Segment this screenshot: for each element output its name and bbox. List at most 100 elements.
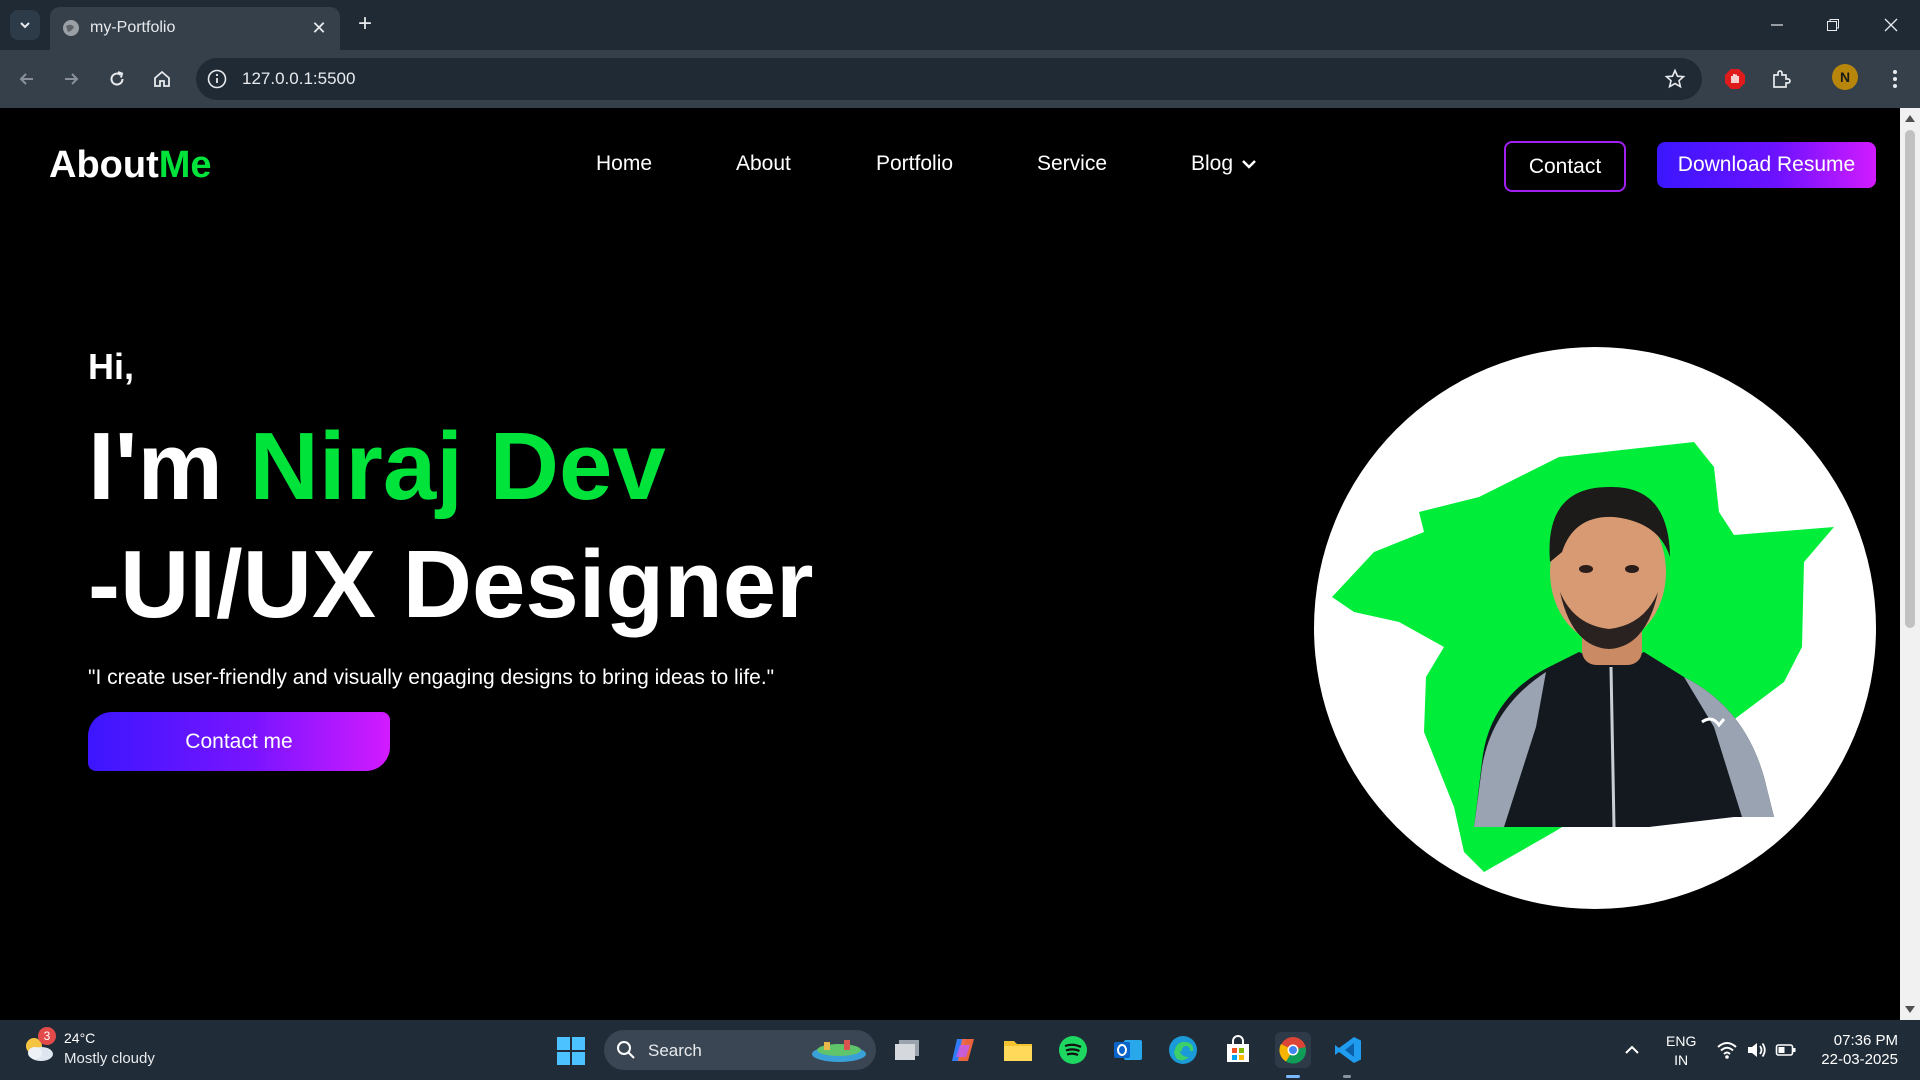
close-window-button[interactable] [1876,12,1906,38]
restore-button[interactable] [1818,12,1848,38]
windows-start-icon[interactable] [556,1036,586,1066]
system-clock[interactable]: 07:36 PM 22-03-2025 [1810,1031,1898,1069]
chevron-down-icon [1242,160,1256,170]
chrome-icon [1279,1037,1306,1064]
nav-blog-dropdown[interactable]: Blog [1191,152,1257,176]
nav-blog: Blog [1191,152,1234,175]
contact-me-button[interactable]: Contact me [88,712,390,771]
browser-toolbar: 127.0.0.1:5500 [0,50,1920,108]
weather-temperature: 24°C [64,1030,96,1046]
browser-menu-button[interactable] [1880,64,1910,94]
back-button[interactable] [12,64,42,94]
input-language[interactable]: ENG IN [1666,1032,1696,1070]
minimize-icon [1771,24,1783,26]
home-button[interactable] [147,64,177,94]
chrome-button[interactable] [1275,1032,1311,1068]
file-explorer-button[interactable] [1000,1032,1036,1068]
page-scrollbar[interactable] [1900,108,1920,1020]
outlook-button[interactable] [1110,1032,1146,1068]
left-eye [1579,565,1593,573]
scroll-down-arrow-icon[interactable] [1905,1006,1915,1013]
chrome-active-indicator [1286,1075,1300,1078]
reload-button[interactable] [102,64,132,94]
windows-taskbar: 3 24°C Mostly cloudy Search ENG IN 07:36… [0,1020,1920,1080]
search-icon [617,1041,635,1059]
globe-icon [63,20,79,36]
download-resume-button[interactable]: Download Resume [1657,142,1876,188]
profile-illustration [1332,442,1834,872]
logo-main-text: About [49,144,159,186]
new-tab-button[interactable]: + [352,12,378,38]
close-tab-icon[interactable]: ✕ [308,17,330,39]
arrow-left-icon [19,73,33,85]
search-highlight-icon [812,1040,866,1062]
nav-service[interactable]: Service [1037,152,1107,176]
ms-store-button[interactable] [1220,1032,1256,1068]
tab-search-button[interactable] [10,10,40,40]
profile-avatar[interactable]: N [1832,64,1858,90]
intro-text: I'm [88,413,250,520]
home-icon [154,70,170,87]
chevron-down-icon [20,22,30,29]
extensions-button[interactable] [1766,64,1796,94]
extension-adblock-button[interactable] [1720,64,1750,94]
tab-title: my-Portfolio [90,19,176,36]
contact-button[interactable]: Contact [1504,141,1626,192]
search-label: Search [648,1041,702,1060]
task-view-button[interactable] [890,1032,926,1068]
page-viewport: AboutMe Home About Portfolio Service Blo… [0,108,1900,1020]
bookmark-star-icon[interactable] [1664,68,1686,90]
task-view-icon [895,1040,919,1060]
vscode-button[interactable] [1330,1032,1366,1068]
greeting: Hi, [88,346,135,387]
vscode-icon [1335,1037,1361,1063]
kebab-menu-icon [1893,70,1897,88]
hero-name: Niraj Dev [249,413,666,520]
clock-time: 07:36 PM [1833,1032,1898,1049]
address-bar[interactable]: 127.0.0.1:5500 [196,58,1702,100]
nav-portfolio[interactable]: Portfolio [876,152,953,176]
right-eye [1625,565,1639,573]
store-icon [1227,1035,1249,1062]
vscode-running-indicator [1343,1075,1351,1078]
site-info-icon[interactable] [206,68,228,90]
folder-icon [1004,1041,1032,1061]
reload-icon [110,71,124,86]
hero-tagline: "I create user-friendly and visually eng… [88,666,775,689]
minimize-button[interactable] [1762,12,1792,38]
lang-top: ENG [1666,1033,1697,1049]
volume-icon[interactable] [1746,1040,1768,1060]
scroll-thumb[interactable] [1905,130,1915,628]
spotify-button[interactable] [1055,1032,1091,1068]
nav-about[interactable]: About [736,152,791,176]
chevron-up-icon[interactable] [1622,1040,1642,1060]
browser-tab-bar: my-Portfolio ✕ + [0,0,1920,50]
taskbar-search[interactable]: Search [604,1030,876,1070]
wifi-icon[interactable] [1716,1040,1738,1060]
forward-button[interactable] [56,64,86,94]
logo-accent-text: Me [158,144,212,186]
weather-description: Mostly cloudy [64,1050,155,1067]
close-icon [1884,18,1898,32]
puzzle-icon [1773,70,1791,88]
copilot-button[interactable] [945,1032,981,1068]
outlook-icon [1114,1040,1142,1060]
edge-button[interactable] [1165,1032,1201,1068]
url-text: 127.0.0.1:5500 [242,69,356,88]
edge-icon [1169,1036,1197,1064]
clock-date: 22-03-2025 [1821,1051,1898,1068]
battery-icon[interactable] [1775,1040,1797,1060]
site-logo[interactable]: AboutMe [49,144,212,187]
copilot-icon [952,1039,974,1061]
arrow-right-icon [65,73,79,85]
nav-home[interactable]: Home [596,152,652,176]
adblock-hand-icon [1725,69,1745,89]
lang-bottom: IN [1674,1052,1689,1068]
weather-notification-badge: 3 [38,1027,56,1045]
spotify-icon [1059,1036,1087,1064]
browser-tab[interactable]: my-Portfolio ✕ [50,7,340,50]
restore-icon [1827,19,1839,31]
hero-role: -UI/UX Designer [88,531,814,638]
scroll-up-arrow-icon[interactable] [1905,115,1915,122]
profile-photo [1314,347,1876,909]
